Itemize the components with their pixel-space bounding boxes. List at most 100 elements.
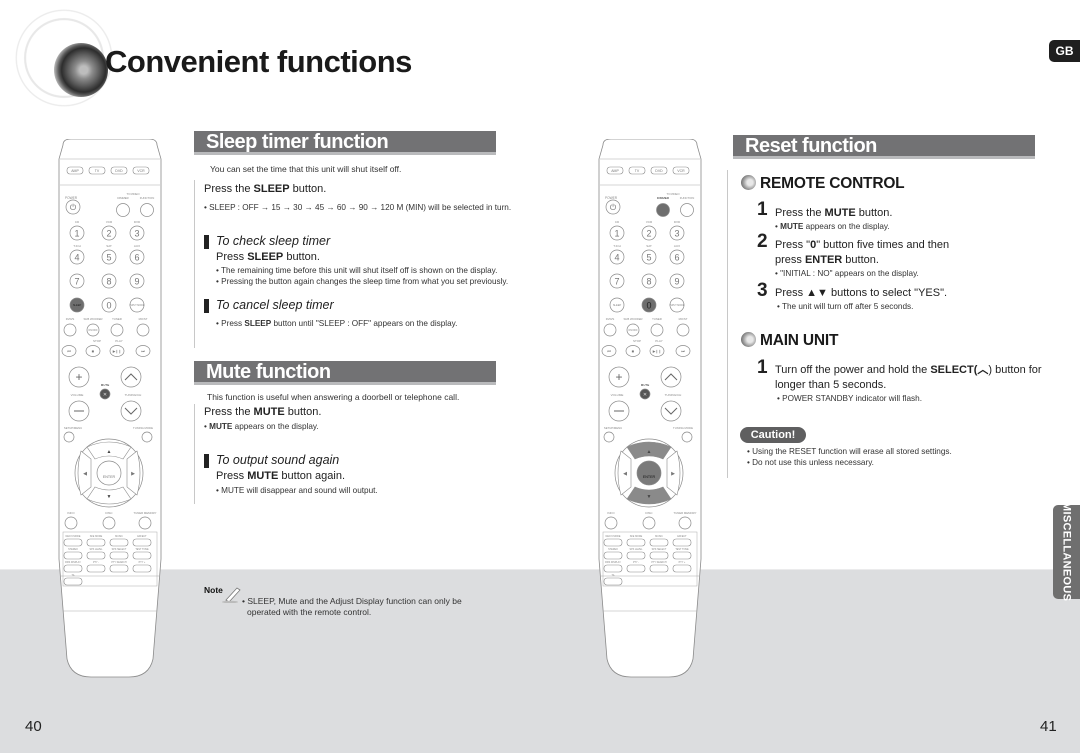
step-key: MUTE (253, 406, 285, 418)
step-key: ENTER (804, 254, 843, 266)
remote-label: NEO:6 MODE (605, 535, 620, 538)
page-title: Convenient functions (105, 44, 412, 79)
remote-label: TUNING/CH (665, 393, 682, 397)
remote-number-label: 0 (106, 301, 111, 311)
speaker-icon (14, 8, 114, 108)
remote-number-label: 4 (74, 253, 79, 263)
remote-label: PTY SEARCH (651, 561, 667, 564)
remote-tuner-memory-button (678, 516, 692, 530)
remote-button (136, 323, 150, 337)
remote-label: PTY - (633, 561, 639, 564)
remote-label: ON/OFF (628, 329, 638, 332)
remote-label: TA (612, 574, 615, 577)
remote-label: SUB WOOFER (623, 317, 642, 321)
remote-label: VOLUME (71, 393, 84, 397)
pencil-icon (222, 587, 241, 603)
previous-icon: ⏮ (67, 349, 71, 354)
step-number: 2 (757, 231, 768, 252)
remote-small-button (649, 538, 669, 547)
power-icon: ⏻ (70, 203, 77, 212)
sleep-section-rule (194, 180, 195, 348)
remote-label: SPK LEVEL (630, 548, 644, 551)
bullet-text: appears on the display. (232, 422, 319, 431)
remote-tuning-down-button (120, 400, 142, 422)
heading-text: REMOTE CONTROL (760, 175, 905, 192)
reset-main-step-1: Turn off the power and hold the SELECT(︿… (775, 363, 1042, 393)
plus-icon: + (75, 370, 82, 384)
step-text: press (775, 254, 805, 266)
section-tab-miscellaneous[interactable]: MISCELLANEOUS (1053, 502, 1080, 602)
remote-info-button (64, 516, 78, 530)
remote-label: PTY + (679, 561, 686, 564)
remote-tuning-down-button (660, 400, 682, 422)
remote-info-button (604, 516, 618, 530)
remote-label: SUB WOOFER (83, 317, 102, 321)
remote-label: TUNING/CH (125, 393, 142, 397)
remote-disc-button (642, 516, 656, 530)
remote-dimmer-button (116, 203, 130, 217)
power-icon: ⏻ (610, 203, 617, 212)
remote-label: MO/ST (139, 317, 148, 321)
remote-disc-button (102, 516, 116, 530)
remote-label: SPK SELECT (652, 548, 667, 551)
sleep-sequence: • SLEEP : OFF → 15 → 30 → 45 → 60 → 90 →… (204, 203, 512, 212)
disc-bullet-icon (741, 175, 756, 190)
remote-button (63, 323, 77, 337)
arrow-up-icon: ▲ (107, 449, 112, 455)
arrow-down-icon: ▼ (647, 494, 652, 500)
remote-number-label: 0 (646, 301, 651, 311)
remote-function-button (140, 203, 154, 217)
remote-small-button (109, 564, 129, 573)
remote-label: PTY - (93, 561, 99, 564)
step-text: button. (289, 183, 327, 195)
remote-small-button (132, 538, 152, 547)
remote-label: AUX (674, 244, 680, 248)
remote-number-label: 1 (614, 229, 619, 239)
mute-heading: Mute function (194, 361, 496, 385)
bullet-key: MUTE (780, 222, 804, 231)
bullet-text: • Press (216, 319, 245, 328)
speaker-cone-icon (54, 43, 108, 97)
step-text: button again. (278, 470, 346, 482)
page-number-right: 41 (1040, 718, 1057, 735)
sleep-step: Press the SLEEP button. (204, 183, 326, 195)
reset-section-rule (727, 170, 728, 478)
step-text: Press (216, 470, 248, 482)
remote-mode-label: DVD (655, 169, 663, 173)
remote-small-button (86, 538, 106, 547)
check-sleep-bullet: • Pressing the button again changes the … (216, 277, 509, 286)
step-text: Press the (204, 406, 254, 418)
remote-number-label: 5 (646, 253, 651, 263)
remote-control-heading: REMOTE CONTROL (741, 175, 905, 193)
remote-small-button (132, 551, 152, 560)
sleep-intro: You can set the time that this unit will… (210, 164, 402, 174)
remote-small-button (626, 538, 646, 547)
step-text: Press " (775, 239, 811, 251)
remote-label: AUX (134, 244, 140, 248)
remote-label: INFO (607, 511, 615, 515)
remote-small-button (603, 577, 623, 586)
remote-label: ON/OFF (88, 329, 98, 332)
mute-icon: ✕ (643, 392, 647, 398)
remote-number-label: 2 (106, 229, 111, 239)
remote-small-button (603, 564, 623, 573)
remote-mode-label: TV (95, 169, 100, 173)
remote-label: DISC (645, 511, 653, 515)
remote-label: RDS DISPLAY (65, 561, 81, 564)
remote-label: TUNING MODE (133, 426, 153, 430)
remote-label: POWER (65, 196, 78, 200)
reset-main-step-1-bullet: • POWER STANDBY indicator will flash. (777, 394, 922, 403)
arrow-left-icon: ◀ (83, 471, 87, 477)
reset-remote-step-3: Press ▲▼ buttons to select "YES". (775, 287, 948, 299)
remote-small-button (649, 551, 669, 560)
remote-label: VCR (646, 220, 653, 224)
note-line: operated with the remote control. (247, 607, 372, 617)
mute-step: Press the MUTE button. (204, 406, 321, 418)
remote-tuning-up-button (660, 366, 682, 388)
remote-small-button (63, 564, 83, 573)
remote-enter-label: ENTER (643, 475, 656, 479)
remote-small-button (109, 538, 129, 547)
remote-mode-label: AMP (611, 169, 619, 173)
remote-mode-label: AMP (71, 169, 79, 173)
remote-label: VOLUME (611, 393, 624, 397)
